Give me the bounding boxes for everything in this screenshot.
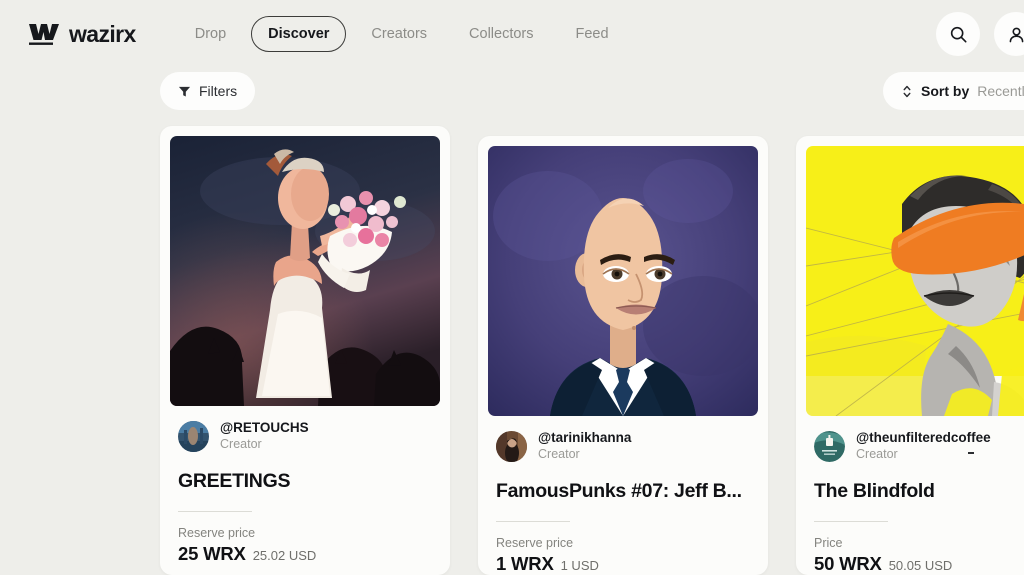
- price-label: Reserve price: [178, 526, 432, 540]
- sort-value: Recently A: [977, 83, 1024, 99]
- creator-row[interactable]: @theunfilteredcoffee Creator: [814, 430, 1024, 463]
- famouspunks-jeff-artwork-image: [488, 146, 758, 416]
- famouspunks-jeff-artwork[interactable]: [488, 146, 758, 416]
- nav-item-collectors[interactable]: Collectors: [452, 16, 550, 52]
- greetings-artwork-image: [170, 136, 440, 406]
- price-row: 1 WRX 1 USD: [496, 553, 750, 575]
- price-usd: 1 USD: [561, 558, 599, 573]
- account-button[interactable]: [994, 12, 1024, 56]
- nav-item-creators[interactable]: Creators: [354, 16, 444, 52]
- site-header: wazirx Drop Discover Creators Collectors…: [0, 0, 1024, 68]
- nft-title: GREETINGS: [178, 470, 432, 493]
- avatar-image: [496, 431, 527, 462]
- filters-button[interactable]: Filters: [160, 72, 255, 110]
- search-button[interactable]: [936, 12, 980, 56]
- the-blindfold-artwork-image: [806, 146, 1024, 416]
- main-nav: Drop Discover Creators Collectors Feed: [178, 16, 626, 52]
- brand-name: wazirx: [69, 21, 136, 48]
- search-icon: [949, 25, 968, 44]
- greetings-artwork[interactable]: [170, 136, 440, 406]
- creator-role: Creator: [538, 447, 631, 463]
- nft-card[interactable]: @tarinikhanna Creator FamousPunks #07: J…: [478, 136, 768, 575]
- avatar-image: [178, 421, 209, 452]
- funnel-icon: [178, 85, 191, 98]
- price-usd: 25.02 USD: [253, 548, 317, 563]
- wazirx-logo-mark-icon: [28, 21, 60, 47]
- price-label: Reserve price: [496, 536, 750, 550]
- nav-item-drop[interactable]: Drop: [178, 16, 243, 52]
- creator-row[interactable]: @tarinikhanna Creator: [496, 430, 750, 463]
- the-blindfold-artwork[interactable]: [806, 146, 1024, 416]
- account-icon: [1007, 25, 1024, 44]
- price-crypto: 1 WRX: [496, 553, 554, 575]
- nft-card[interactable]: @theunfilteredcoffee Creator The Blindfo…: [796, 136, 1024, 575]
- divider: [496, 521, 570, 522]
- creator-handle: @theunfilteredcoffee: [856, 430, 991, 447]
- filter-toolbar: Filters Sort by Recently A: [0, 68, 1024, 120]
- price-usd: 50.05 USD: [889, 558, 953, 573]
- filters-label: Filters: [199, 83, 237, 99]
- price-row: 25 WRX 25.02 USD: [178, 543, 432, 565]
- nft-card[interactable]: @RETOUCHS Creator GREETINGS Reserve pric…: [160, 126, 450, 575]
- nft-title: FamousPunks #07: Jeff B...: [496, 480, 750, 503]
- nft-title: The Blindfold: [814, 480, 1024, 503]
- creator-handle: @tarinikhanna: [538, 430, 631, 447]
- brand-logo[interactable]: wazirx: [28, 21, 136, 48]
- price-dash-artifact: [968, 452, 974, 454]
- sort-dropdown[interactable]: Sort by Recently A: [883, 72, 1024, 110]
- divider: [814, 521, 888, 522]
- header-actions: [936, 12, 1024, 56]
- avatar-image: [814, 431, 845, 462]
- nav-item-discover[interactable]: Discover: [251, 16, 346, 52]
- creator-role: Creator: [220, 437, 309, 453]
- creator-handle: @RETOUCHS: [220, 420, 309, 437]
- price-crypto: 50 WRX: [814, 553, 882, 575]
- sort-updown-icon: [901, 85, 913, 98]
- avatar: [496, 431, 527, 462]
- card-body: @RETOUCHS Creator GREETINGS Reserve pric…: [170, 406, 440, 565]
- card-body: @theunfilteredcoffee Creator The Blindfo…: [806, 416, 1024, 575]
- price-row: 50 WRX 50.05 USD: [814, 553, 1024, 575]
- divider: [178, 511, 252, 512]
- nav-item-feed[interactable]: Feed: [559, 16, 626, 52]
- creator-role: Creator: [856, 447, 991, 463]
- sort-label: Sort by: [921, 83, 969, 99]
- avatar: [814, 431, 845, 462]
- creator-row[interactable]: @RETOUCHS Creator: [178, 420, 432, 453]
- avatar: [178, 421, 209, 452]
- price-crypto: 25 WRX: [178, 543, 246, 565]
- price-label: Price: [814, 536, 1024, 550]
- card-body: @tarinikhanna Creator FamousPunks #07: J…: [488, 416, 758, 575]
- nft-card-grid: @RETOUCHS Creator GREETINGS Reserve pric…: [160, 126, 1024, 575]
